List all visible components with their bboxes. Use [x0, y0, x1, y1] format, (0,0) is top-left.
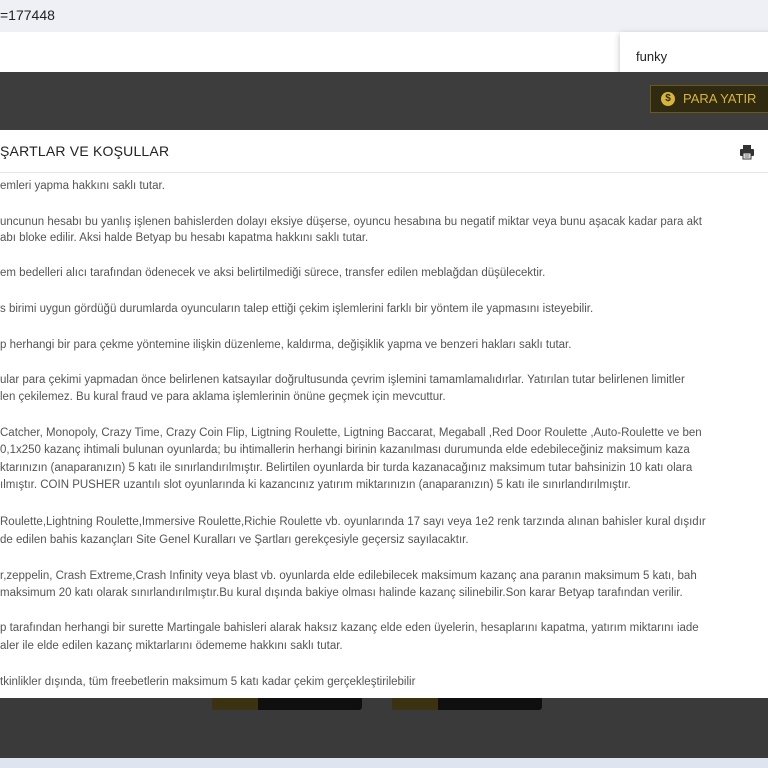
modal-title: ŞARTLAR VE KOŞULLAR	[0, 143, 170, 159]
modal-body[interactable]: emleri yapma hakkını saklı tutar. uncunu…	[0, 172, 768, 698]
modal-header: ŞARTLAR VE KOŞULLAR	[0, 130, 768, 173]
terms-line: ktarınızın (anaparanızın) 5 katı ile sın…	[0, 462, 693, 474]
terms-line: 0,1x250 kazanç ihtimali bulunan oyunlard…	[0, 444, 690, 456]
terms-line: uncunun hesabı bu yanlış işlenen bahisle…	[0, 216, 702, 228]
taskbar	[0, 758, 768, 768]
terms-line: Catcher, Monopoly, Crazy Time, Crazy Coi…	[0, 427, 702, 439]
search-dropdown-text: funky	[636, 49, 668, 64]
terms-line: p tarafından herhangi bir surette Martin…	[0, 622, 699, 634]
terms-line: Roulette,Lightning Roulette,Immersive Ro…	[0, 516, 706, 528]
terms-modal: ŞARTLAR VE KOŞULLAR emleri yapma hakkını…	[0, 130, 768, 698]
terms-line: ılmıştır. COIN PUSHER uzantılı slot oyun…	[0, 479, 631, 491]
hidden-button-stub[interactable]	[212, 698, 362, 710]
terms-line: de edilen bahis kazançları Site Genel Ku…	[0, 534, 469, 546]
address-bar-text: =177448	[0, 7, 55, 23]
address-bar[interactable]: =177448	[0, 0, 768, 32]
deposit-button[interactable]: $ PARA YATIR	[650, 85, 768, 113]
terms-line: s birimi uygun gördüğü durumlarda oyuncu…	[0, 303, 594, 315]
terms-line: abı bloke edilir. Aksi halde Betyap bu h…	[0, 232, 369, 244]
terms-line: p herhangi bir para çekme yöntemine iliş…	[0, 339, 572, 351]
terms-line: tkinlikler dışında, tüm freebetlerin mak…	[0, 676, 416, 688]
button-accent	[212, 698, 258, 710]
terms-line: r,zeppelin, Crash Extreme,Crash Infinity…	[0, 570, 697, 582]
button-accent	[392, 698, 438, 710]
terms-line: aler ile elde edilen kazanç miktarlarını…	[0, 640, 343, 652]
deposit-button-label: PARA YATIR	[683, 91, 757, 106]
page-background-bottom	[0, 698, 768, 758]
terms-line: len çekilemez. Bu kural fraud ve para ak…	[0, 391, 446, 403]
terms-line: em bedelleri alıcı tarafından ödenecek v…	[0, 267, 546, 279]
terms-line: emleri yapma hakkını saklı tutar.	[0, 180, 165, 192]
dollar-coin-icon: $	[661, 92, 675, 106]
terms-line: ular para çekimi yapmadan önce belirlene…	[0, 374, 685, 386]
print-icon[interactable]	[739, 144, 755, 160]
hidden-button-stub[interactable]	[392, 698, 542, 710]
terms-line: maksimum 20 katı olarak sınırlandırılmış…	[0, 587, 683, 599]
